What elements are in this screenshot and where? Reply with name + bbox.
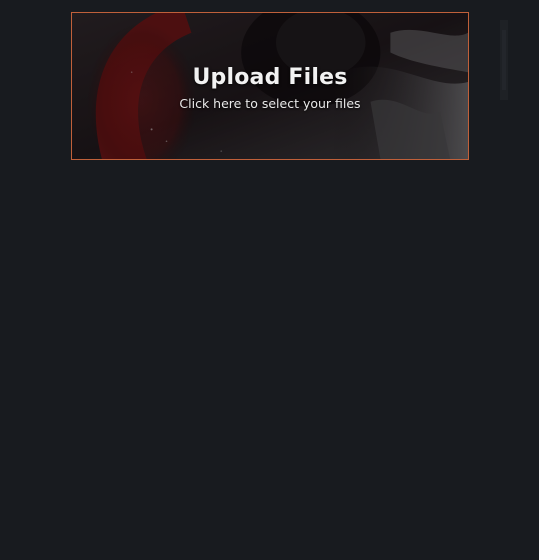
upload-dropzone[interactable]: Upload Files Click here to select your f…: [71, 12, 469, 160]
faint-side-decoration: [500, 20, 508, 100]
upload-text-block: Upload Files Click here to select your f…: [72, 63, 468, 113]
page-root: Upload Files Click here to select your f…: [0, 0, 539, 560]
upload-subtitle: Click here to select your files: [179, 96, 361, 111]
upload-title: Upload Files: [192, 65, 348, 90]
